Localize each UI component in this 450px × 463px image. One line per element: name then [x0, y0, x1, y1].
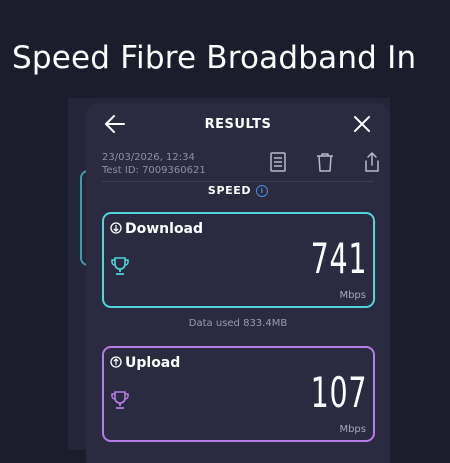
test-timestamp: 23/03/2026, 12:34 — [102, 152, 195, 163]
report-icon[interactable] — [267, 151, 289, 173]
speed-label: SPEED — [207, 184, 252, 197]
page-title: RESULTS — [204, 117, 272, 132]
trophy-icon — [111, 391, 129, 409]
top-bar: RESULTS — [86, 103, 390, 145]
test-meta: 23/03/2026, 12:34 Test ID: 7009360621 — [102, 151, 206, 177]
info-icon[interactable]: i — [256, 185, 269, 197]
upload-header: Upload — [110, 355, 180, 371]
download-header: Download — [110, 221, 203, 237]
page-headline: Speed Fibre Broadband In — [12, 40, 417, 76]
upload-unit: Mbps — [339, 424, 366, 435]
download-card: Download 741 Mbps — [102, 212, 375, 308]
upload-label: Upload — [125, 355, 181, 371]
upload-value: 107 — [310, 368, 367, 417]
close-icon[interactable] — [350, 112, 374, 136]
section-label: SPEED i — [86, 184, 390, 197]
upload-arrow-icon — [110, 356, 122, 368]
download-arrow-icon — [110, 222, 122, 234]
divider — [102, 181, 374, 182]
results-screen: RESULTS 23/03/2026, 12:34 Test ID: 70093… — [86, 103, 390, 463]
share-icon[interactable] — [361, 151, 383, 173]
test-id: Test ID: 7009360621 — [102, 165, 206, 176]
trash-icon[interactable] — [314, 151, 336, 173]
data-used: Data used 833.4MB — [188, 318, 288, 329]
upload-card: Upload 107 Mbps — [102, 346, 375, 442]
download-label: Download — [125, 221, 204, 237]
download-value: 741 — [310, 234, 367, 283]
download-unit: Mbps — [339, 290, 366, 301]
trophy-icon — [111, 257, 129, 275]
